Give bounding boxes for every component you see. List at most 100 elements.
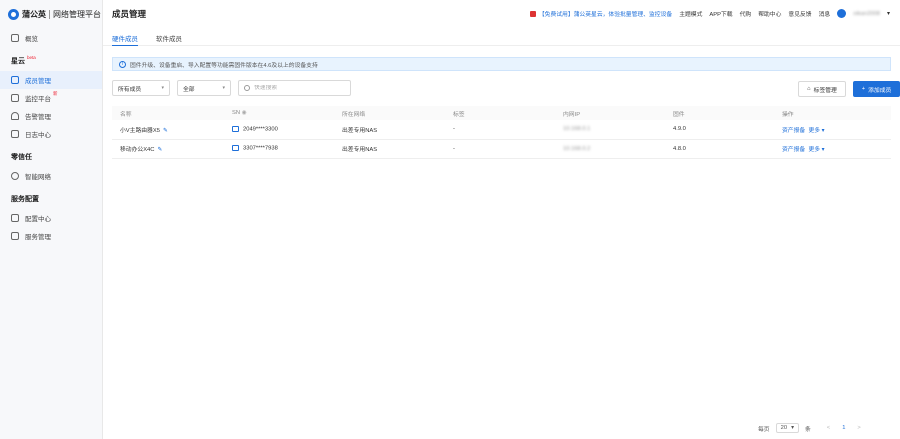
prev-page-button[interactable]: < bbox=[827, 425, 830, 431]
sn-value: 2049****3300 bbox=[243, 126, 278, 133]
ip-value: 10.168.0.2 bbox=[563, 145, 591, 152]
cell-network: 出差专用NAS bbox=[342, 127, 378, 134]
asset-report-link[interactable]: 资产报备 bbox=[782, 128, 805, 134]
app: 蒲公英 网络管理平台 概览 星云 beta 成员管理 监控平台 新 告警管理 日… bbox=[0, 0, 900, 439]
eye-icon[interactable]: ◉ bbox=[242, 110, 247, 116]
more-label: 更多 bbox=[808, 127, 821, 134]
help-center-link[interactable]: 帮助中心 bbox=[758, 9, 781, 18]
promo-link[interactable]: 【免费试用】蒲公英星云，体验批量管理、监控设备 bbox=[529, 9, 672, 18]
cell-actions: 资产报备 更多 ▾ bbox=[774, 139, 891, 158]
member-tabs: 硬件成员 软件成员 bbox=[103, 28, 900, 46]
sidebar-item-label: 概览 bbox=[25, 36, 38, 43]
sidebar-item-monitor[interactable]: 监控平台 新 bbox=[0, 89, 102, 107]
router-icon bbox=[232, 145, 239, 152]
brand-subtitle: 网络管理平台 bbox=[53, 9, 101, 19]
gift-icon bbox=[529, 10, 536, 17]
cell-tag: - bbox=[453, 126, 455, 133]
asset-report-link[interactable]: 资产报备 bbox=[782, 147, 805, 153]
feedback-link[interactable]: 意见反馈 bbox=[788, 9, 811, 18]
brand-mark-icon bbox=[8, 8, 19, 20]
scope-select[interactable]: 全部 ▾ bbox=[177, 80, 231, 96]
user-name[interactable]: oikan2008 bbox=[853, 11, 880, 17]
device-name[interactable]: 移动办公X4C bbox=[120, 147, 154, 153]
member-type-select[interactable]: 所有成员 ▾ bbox=[112, 80, 170, 96]
tag-management-button[interactable]: ⌂ 标签管理 bbox=[798, 81, 846, 97]
more-label: 更多 bbox=[808, 147, 821, 153]
page-size-select[interactable]: 20 ▾ bbox=[775, 423, 799, 433]
chevron-down-icon: ▾ bbox=[821, 127, 825, 134]
main-content: 成员管理 【免费试用】蒲公英星云，体验批量管理、监控设备 主题模式 APP下载 … bbox=[103, 0, 900, 439]
theme-mode-link[interactable]: 主题模式 bbox=[679, 9, 702, 18]
tab-hardware-members[interactable]: 硬件成员 bbox=[112, 28, 138, 46]
sidebar-item-label: 服务管理 bbox=[25, 234, 51, 241]
next-page-button[interactable]: > bbox=[857, 425, 860, 431]
table-row[interactable]: 小V主路由器X5 ✎ 2049****3300 出差专用NAS - 10.168.… bbox=[112, 120, 891, 139]
more-dropdown[interactable]: 更多 ▾ bbox=[808, 128, 824, 134]
chevron-down-icon[interactable]: ▾ bbox=[887, 10, 890, 17]
search-box[interactable] bbox=[238, 80, 351, 96]
col-sn[interactable]: SN ◉ bbox=[224, 106, 334, 120]
tab-software-members[interactable]: 软件成员 bbox=[156, 28, 182, 45]
col-actions: 操作 bbox=[782, 111, 794, 118]
edit-icon[interactable]: ✎ bbox=[163, 128, 168, 134]
avatar[interactable] bbox=[837, 9, 847, 18]
messages-link[interactable]: 消息 bbox=[819, 9, 831, 18]
log-icon bbox=[11, 130, 19, 138]
sidebar-item-label: 日志中心 bbox=[25, 132, 51, 139]
col-sn-label: SN bbox=[232, 110, 241, 116]
network-icon bbox=[11, 172, 19, 180]
new-badge: 新 bbox=[53, 91, 58, 96]
firmware-notice: i 固件升级、设备重启、导入配置等功能需固件版本在4.6及以上的设备支持 bbox=[112, 57, 891, 71]
bell-icon bbox=[11, 112, 19, 120]
col-name[interactable]: 名称 bbox=[112, 106, 224, 120]
plus-icon: + bbox=[861, 86, 866, 92]
sn-value: 3307****7938 bbox=[243, 145, 278, 152]
pagination: 每页 20 ▾ 条 < 1 > bbox=[758, 423, 861, 433]
brand-name: 蒲公英 bbox=[22, 9, 46, 19]
per-page-label: 每页 bbox=[758, 426, 770, 433]
sidebar-item-config-center[interactable]: 配置中心 bbox=[0, 209, 102, 227]
purchase-link[interactable]: 代购 bbox=[740, 9, 752, 18]
home-icon bbox=[11, 34, 19, 42]
cell-tag: - bbox=[453, 145, 455, 152]
add-member-button[interactable]: + 添加成员 bbox=[853, 81, 900, 97]
sidebar-group-service: 服务配置 bbox=[0, 189, 102, 209]
sidebar-item-smart-network[interactable]: 智能网络 bbox=[0, 167, 102, 185]
page-number[interactable]: 1 bbox=[842, 425, 845, 431]
cell-firmware: 4.8.0 bbox=[673, 145, 686, 152]
cell-sn: 2049****3300 bbox=[224, 120, 334, 139]
button-label: 添加成员 bbox=[868, 87, 892, 94]
sidebar-group-cloud: 星云 beta bbox=[0, 51, 102, 71]
cell-name: 移动办公X4C ✎ bbox=[112, 139, 224, 158]
table-row[interactable]: 移动办公X4C ✎ 3307****7938 出差专用NAS - 10.168.0… bbox=[112, 139, 891, 158]
info-icon: i bbox=[119, 60, 126, 68]
unit-label: 条 bbox=[804, 426, 811, 433]
table-header: 名称 SN ◉ 所在网络 标签 内网IP 固件 操作 bbox=[112, 106, 891, 120]
service-icon bbox=[11, 232, 19, 240]
sidebar-item-label: 监控平台 bbox=[25, 96, 51, 103]
sidebar-item-label: 告警管理 bbox=[25, 114, 51, 121]
sidebar-item-service-mgmt[interactable]: 服务管理 bbox=[0, 227, 102, 245]
monitor-icon bbox=[11, 94, 19, 102]
device-name[interactable]: 小V主路由器X5 bbox=[120, 128, 160, 134]
col-tag: 标签 bbox=[453, 111, 465, 118]
tag-icon: ⌂ bbox=[807, 86, 811, 92]
search-input[interactable] bbox=[254, 85, 349, 91]
sidebar: 蒲公英 网络管理平台 概览 星云 beta 成员管理 监控平台 新 告警管理 日… bbox=[0, 0, 103, 439]
brand-logo[interactable]: 蒲公英 网络管理平台 bbox=[0, 0, 102, 28]
select-value: 全部 bbox=[183, 86, 195, 93]
router-icon bbox=[232, 125, 239, 132]
sidebar-item-alerts[interactable]: 告警管理 bbox=[0, 107, 102, 125]
notice-text: 固件升级、设备重启、导入配置等功能需固件版本在4.6及以上的设备支持 bbox=[130, 62, 318, 69]
sidebar-item-overview[interactable]: 概览 bbox=[0, 29, 102, 47]
edit-icon[interactable]: ✎ bbox=[157, 147, 162, 153]
col-network: 所在网络 bbox=[342, 111, 366, 118]
more-dropdown[interactable]: 更多 ▾ bbox=[808, 147, 824, 153]
col-firmware: 固件 bbox=[673, 111, 685, 118]
sidebar-item-logs[interactable]: 日志中心 bbox=[0, 125, 102, 143]
sidebar-item-members[interactable]: 成员管理 bbox=[0, 71, 102, 89]
app-download-link[interactable]: APP下载 bbox=[709, 9, 732, 18]
button-label: 标签管理 bbox=[813, 87, 837, 94]
cell-ip: 10.168.0.2 bbox=[555, 139, 665, 158]
cell-sn: 3307****7938 bbox=[224, 139, 334, 158]
